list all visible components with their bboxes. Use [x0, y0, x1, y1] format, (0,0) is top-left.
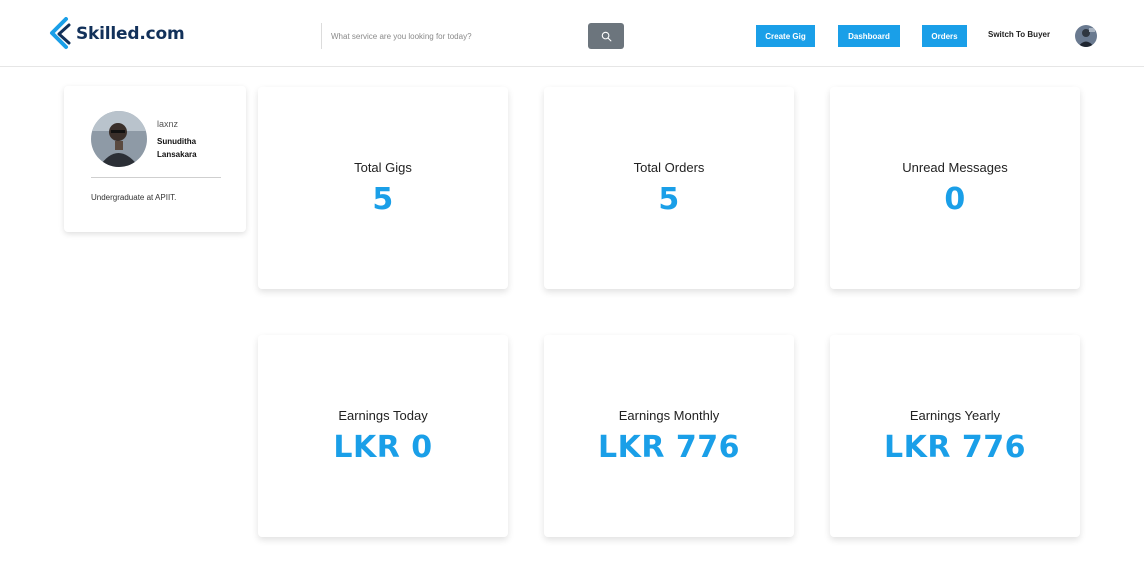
user-avatar[interactable] — [1075, 25, 1097, 47]
profile-bio: Undergraduate at APIIT. — [91, 193, 177, 202]
earnings-monthly-label: Earnings Monthly — [618, 408, 720, 423]
total-orders-label: Total Orders — [633, 160, 705, 175]
top-navbar: Skilled.com Create Gig Dashboard Orders … — [0, 0, 1144, 67]
logo-text: Skilled.com — [76, 24, 185, 44]
total-gigs-card: Total Gigs 5 — [258, 87, 508, 289]
total-gigs-label: Total Gigs — [354, 160, 412, 175]
unread-messages-card: Unread Messages 0 — [830, 87, 1080, 289]
search-input[interactable] — [321, 23, 588, 49]
profile-full-name: Sunuditha Lansakara — [157, 137, 197, 159]
profile-card: laxnz Sunuditha Lansakara Undergraduate … — [64, 86, 246, 232]
unread-messages-label: Unread Messages — [902, 160, 1008, 175]
earnings-yearly-card: Earnings Yearly LKR 776 — [830, 335, 1080, 537]
earnings-today-label: Earnings Today — [338, 408, 428, 423]
total-orders-card: Total Orders 5 — [544, 87, 794, 289]
search-icon — [601, 31, 611, 41]
unread-messages-value: 0 — [944, 182, 966, 217]
switch-to-buyer-link[interactable]: Switch To Buyer — [988, 30, 1050, 39]
orders-button[interactable]: Orders — [922, 25, 967, 47]
earnings-yearly-value: LKR 776 — [883, 430, 1027, 465]
earnings-monthly-value: LKR 776 — [597, 430, 741, 465]
site-logo[interactable]: Skilled.com — [48, 16, 185, 52]
profile-avatar — [91, 111, 147, 167]
total-orders-value: 5 — [658, 182, 680, 217]
total-gigs-value: 5 — [372, 182, 394, 217]
earnings-today-value: LKR 0 — [333, 430, 433, 465]
search-bar — [321, 23, 624, 49]
earnings-today-card: Earnings Today LKR 0 — [258, 335, 508, 537]
create-gig-button[interactable]: Create Gig — [756, 25, 815, 47]
skilled-logo-icon — [50, 17, 71, 49]
profile-divider — [91, 177, 221, 178]
earnings-yearly-label: Earnings Yearly — [909, 408, 1001, 423]
profile-username: laxnz — [157, 119, 179, 129]
search-button[interactable] — [588, 23, 624, 49]
dashboard-button[interactable]: Dashboard — [838, 25, 900, 47]
earnings-monthly-card: Earnings Monthly LKR 776 — [544, 335, 794, 537]
